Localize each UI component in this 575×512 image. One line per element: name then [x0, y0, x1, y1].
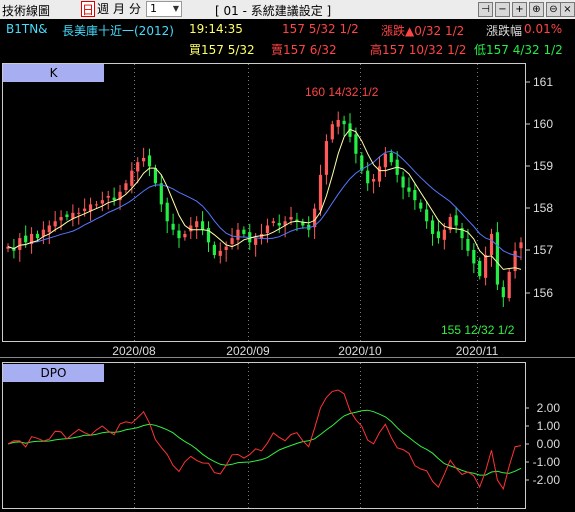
candle-body	[366, 170, 370, 184]
candle-body	[442, 229, 446, 240]
dpo-signal-line	[7, 409, 522, 476]
candle-body	[478, 260, 482, 277]
candle-body	[419, 202, 423, 209]
candle-body	[407, 187, 411, 192]
dpo-y-tick: 1.00	[537, 419, 561, 433]
candle-body	[401, 176, 405, 188]
candle-body	[330, 124, 334, 140]
candle-body	[47, 225, 51, 233]
candle-body	[324, 141, 329, 175]
candle-body	[383, 153, 387, 168]
x-axis: 2020/08 2020/09 2020/10 2020/11	[112, 344, 498, 358]
k-panel-frame	[2, 63, 526, 342]
candle-body	[336, 119, 340, 127]
x-tick-label: 2020/09	[226, 344, 270, 358]
k-y-tick: 161	[533, 75, 553, 89]
candle-body	[454, 215, 458, 226]
candle-body	[472, 249, 476, 264]
high-annotation: 160 14/32 1/2	[305, 85, 379, 99]
candle-body	[230, 238, 234, 245]
candle-body	[484, 255, 488, 278]
candle-body	[354, 134, 358, 154]
candle-body	[94, 204, 99, 206]
candle-body	[200, 221, 205, 230]
candle-body	[153, 168, 158, 184]
candle-body	[218, 250, 222, 256]
candle-body	[377, 166, 382, 182]
candle-body	[53, 221, 57, 227]
candle-body	[195, 221, 199, 228]
k-y-tick: 156	[533, 286, 553, 300]
candle-body	[100, 200, 104, 204]
k-panel-label[interactable]: K	[3, 64, 104, 82]
candle-body	[147, 155, 152, 167]
candle-body	[165, 202, 169, 222]
dpo-y-tick: -1.00	[533, 455, 561, 469]
candle-body	[59, 217, 63, 221]
candle-body	[142, 157, 146, 162]
k-y-axis: 161 160 159 158 157 156	[533, 75, 553, 300]
dpo-y-tick: 0.00	[537, 437, 561, 451]
candle-body	[495, 232, 500, 285]
candle-body	[171, 223, 175, 230]
candle-body	[106, 195, 110, 198]
candle-body	[371, 179, 376, 182]
k-y-tick: 160	[533, 117, 553, 131]
dpo-y-tick: 2.00	[537, 401, 561, 415]
candle-body	[277, 222, 281, 226]
candle-body	[425, 209, 429, 222]
candle-body	[83, 208, 87, 212]
candle-body	[254, 238, 258, 245]
candle-body	[519, 242, 523, 249]
candle-body	[18, 238, 22, 250]
candle-body	[65, 214, 69, 218]
candle-body	[224, 246, 228, 250]
candle-body	[501, 287, 505, 298]
candle-body	[130, 170, 134, 186]
candle-body	[271, 221, 275, 223]
candle-body	[389, 152, 393, 163]
candle-body	[136, 162, 140, 172]
dpo-y-tick: -2.00	[533, 473, 561, 487]
candle-body	[318, 174, 323, 211]
candle-body	[413, 190, 417, 201]
x-tick-label: 2020/08	[112, 344, 156, 358]
candle-body	[24, 235, 28, 243]
candle-body	[289, 217, 293, 220]
candle-body	[430, 220, 435, 234]
low-annotation: 155 12/32 1/2	[441, 323, 515, 337]
candle-body	[507, 271, 511, 299]
k-y-tick: 157	[533, 243, 553, 257]
candle-body	[265, 225, 270, 234]
dpo-line	[7, 389, 522, 491]
dpo-y-axis: 2.00 1.00 0.00 -1.00 -2.00	[533, 401, 561, 487]
candle-body	[112, 197, 116, 201]
candle-body	[35, 233, 40, 239]
k-y-tick: 159	[533, 159, 553, 173]
dpo-panel-frame	[2, 362, 526, 509]
x-tick-label: 2020/11	[456, 344, 499, 358]
x-tick-label: 2020/10	[338, 344, 382, 358]
candle-body	[489, 233, 494, 256]
candle-body	[436, 231, 441, 239]
candle-body	[236, 229, 240, 240]
candle-body	[77, 212, 81, 214]
candle-body	[124, 183, 128, 191]
candle-body	[212, 244, 216, 256]
k-candles	[6, 111, 523, 307]
candle-body	[466, 238, 470, 251]
candle-body	[177, 230, 181, 239]
candle-body	[183, 233, 187, 238]
candle-body	[242, 229, 246, 234]
candle-body	[342, 120, 346, 125]
k-y-tick: 158	[533, 201, 553, 215]
dpo-panel-label[interactable]: DPO	[3, 364, 104, 382]
candle-body	[41, 229, 45, 237]
candle-body	[159, 183, 163, 205]
